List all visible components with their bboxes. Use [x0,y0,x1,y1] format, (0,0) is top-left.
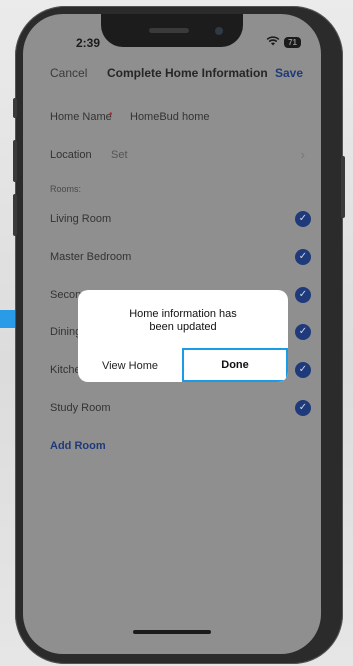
dialog-message-line-2: been updated [149,321,217,333]
wifi-icon [266,36,280,49]
home-indicator[interactable] [133,630,211,634]
room-label: Living Room [50,213,112,225]
cancel-button[interactable]: Cancel [50,66,87,80]
battery-indicator: 71 [284,37,301,48]
add-room-button[interactable]: Add Room [50,440,106,452]
nav-bar: Cancel Complete Home Information Save [23,66,321,86]
done-button[interactable]: Done [182,348,288,382]
room-label: Master Bedroom [50,251,132,263]
view-home-button[interactable]: View Home [78,350,182,382]
room-item-study-room[interactable]: Study Room ✓ [50,400,311,422]
required-marker: • [109,109,113,120]
room-item-master-bedroom[interactable]: Master Bedroom ✓ [50,249,311,271]
rooms-caption: Rooms: [50,184,82,194]
dialog-message-line-1: Home information has [129,308,237,320]
notch [101,14,243,47]
save-button[interactable]: Save [275,66,303,80]
volume-down-button [13,194,17,236]
checkmark-icon[interactable]: ✓ [295,362,311,378]
chevron-right-icon: › [300,147,305,162]
front-camera [215,27,223,35]
phone-screen: 2:39 71 Cancel Complete Home Information… [23,14,321,654]
home-name-label: Home Name [50,111,112,123]
location-label: Location [50,149,92,161]
mute-switch [13,98,17,118]
home-name-value[interactable]: HomeBud home [130,111,210,123]
checkmark-icon[interactable]: ✓ [295,249,311,265]
update-confirmation-dialog: Home information has been updated View H… [78,290,288,382]
checkmark-icon[interactable]: ✓ [295,400,311,416]
checkmark-icon[interactable]: ✓ [295,211,311,227]
power-button [341,156,345,218]
checkmark-icon[interactable]: ✓ [295,287,311,303]
status-time: 2:39 [76,36,101,50]
location-value: Set [111,149,128,161]
volume-up-button [13,140,17,182]
background-blue-marker [0,310,15,328]
status-icons: 71 [266,36,301,49]
room-label: Study Room [50,402,111,414]
page-title: Complete Home Information [107,66,268,80]
dialog-message: Home information has been updated [98,308,268,334]
checkmark-icon[interactable]: ✓ [295,324,311,340]
room-item-living-room[interactable]: Living Room ✓ [50,211,311,233]
speaker-grille [149,28,189,33]
